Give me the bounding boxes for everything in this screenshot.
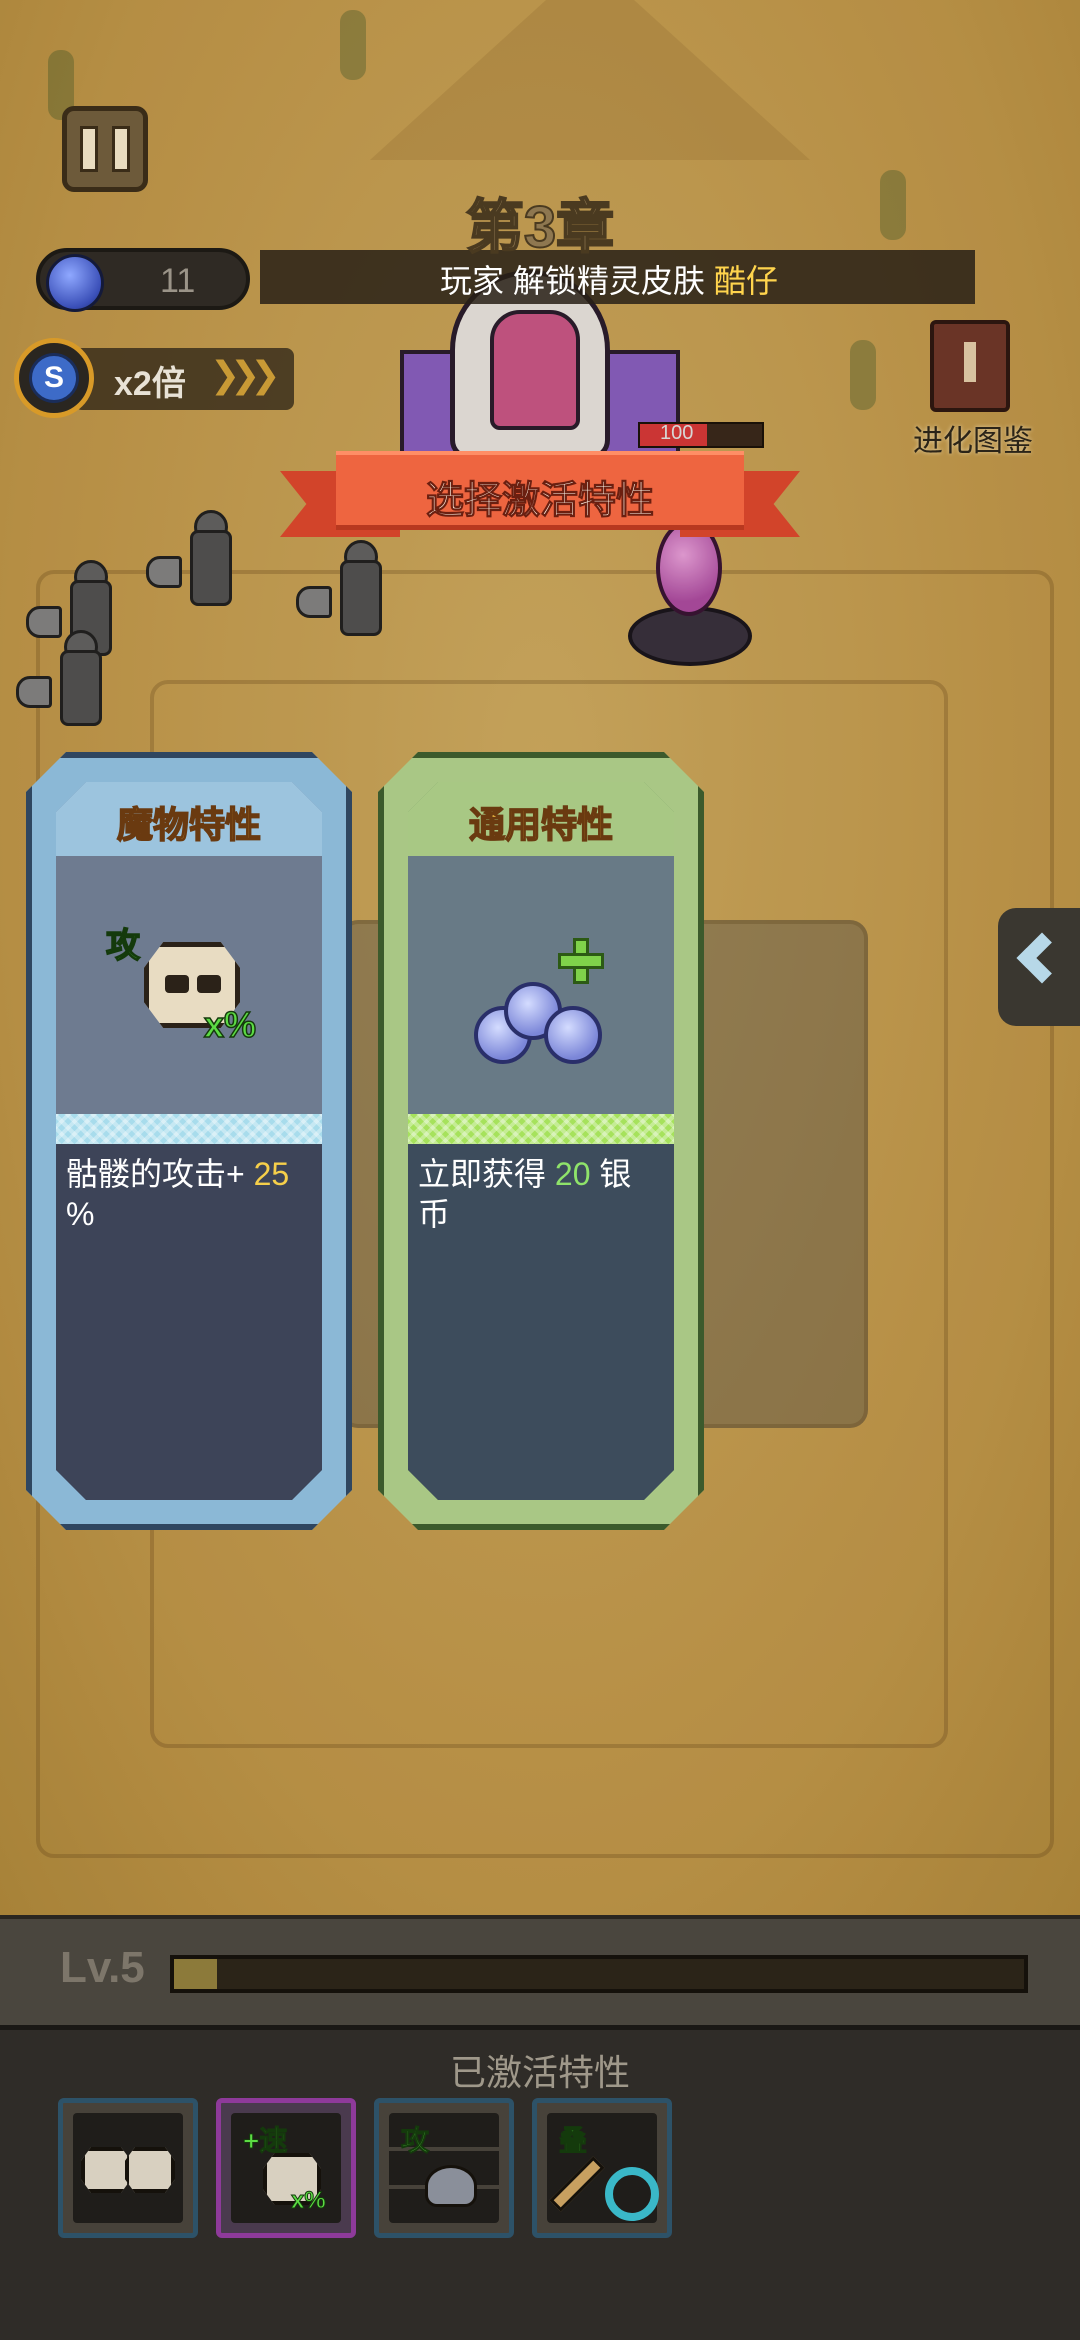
- sword-swirl-stack-icon: 叠: [547, 2113, 659, 2223]
- skull-speed-icon: +速 x%: [231, 2113, 341, 2223]
- card-title-bar: 魔物特性: [56, 782, 322, 856]
- chapter-title: 第3章: [465, 194, 615, 261]
- card-description-area: 立即获得 20 银币: [408, 1144, 674, 1500]
- desc-prefix: 骷髅的攻击+: [66, 1156, 254, 1192]
- announcement-player: 酷仔: [713, 263, 778, 299]
- activated-trait-slot[interactable]: 叠: [532, 2098, 672, 2238]
- card-description: 立即获得 20 银币: [418, 1154, 662, 1234]
- swirl-icon: [605, 2167, 659, 2221]
- activated-traits-title: 已激活特性: [449, 2052, 630, 2093]
- skull-icon: [125, 2147, 175, 2193]
- pause-button[interactable]: [62, 106, 148, 192]
- card-divider: [56, 1114, 322, 1144]
- attack-tag: 攻: [106, 927, 140, 965]
- card-icon-area: 攻 x%: [56, 856, 322, 1114]
- card-title: 通用特性: [468, 804, 613, 845]
- pause-icon: [112, 126, 130, 172]
- evolve-codex-label: 进化图鉴: [913, 425, 1033, 458]
- trait-tag: 叠: [558, 2125, 588, 2157]
- gem-count: 11: [160, 262, 196, 300]
- evolve-codex-button[interactable]: 进化图鉴: [908, 320, 1038, 458]
- silver-coins-plus-icon: [408, 856, 674, 1114]
- activated-traits-panel: 已激活特性 +速 x% 攻 叠: [0, 2025, 1080, 2340]
- card-inner: 魔物特性 攻 x% 骷髅的攻击+ 25%: [56, 782, 322, 1500]
- ribbon-body: 选择激活特性: [336, 451, 744, 530]
- skull-icon: [81, 2147, 131, 2193]
- card-description: 骷髅的攻击+ 25%: [66, 1154, 310, 1234]
- desc-value: 20: [554, 1156, 591, 1192]
- slime-icon: [425, 2165, 477, 2207]
- gem-icon: [46, 254, 104, 312]
- desc-prefix: 立即获得: [418, 1156, 555, 1192]
- gem-counter: 11: [36, 248, 250, 312]
- plus-icon: [558, 938, 604, 984]
- pause-icon: [80, 126, 98, 172]
- card-inner: 通用特性 立即获得 20 银币: [408, 782, 674, 1500]
- activated-trait-slot[interactable]: 攻: [374, 2098, 514, 2238]
- speed-clock-icon: S: [14, 338, 94, 418]
- speed-badge: S: [29, 353, 79, 403]
- card-divider: [408, 1114, 674, 1144]
- chevron-left-icon: [1014, 934, 1054, 994]
- dialog-title-ribbon: 选择激活特性: [280, 447, 800, 547]
- skull-eye: [197, 975, 221, 993]
- activated-trait-slot[interactable]: +速 x%: [216, 2098, 356, 2238]
- speed-label: x2倍: [114, 365, 186, 403]
- card-description-area: 骷髅的攻击+ 25%: [56, 1144, 322, 1500]
- percent-tag: x%: [204, 1004, 257, 1045]
- announcement-message: 解锁精灵皮肤: [512, 263, 705, 299]
- level-bar: Lv.5: [0, 1915, 1080, 2025]
- xp-progress-fill: [174, 1959, 217, 1989]
- level-label: Lv.5: [60, 1943, 145, 1992]
- xp-progress-bar: [170, 1955, 1028, 1993]
- card-title: 魔物特性: [116, 804, 261, 845]
- card-title-bar: 通用特性: [408, 782, 674, 856]
- double-chevron-right-icon: ❯❯❯: [210, 354, 280, 395]
- slime-grid-attack-icon: 攻: [389, 2113, 499, 2223]
- announcement-prefix: 玩家: [440, 263, 505, 299]
- trait-suffix: x%: [291, 2187, 327, 2215]
- trait-card-monster[interactable]: 魔物特性 攻 x% 骷髅的攻击+ 25%: [26, 752, 352, 1530]
- coin-icon: [544, 1006, 602, 1064]
- sword-icon: [549, 2156, 605, 2212]
- double-skull-icon: [73, 2113, 183, 2223]
- side-panel-toggle[interactable]: [998, 908, 1080, 1026]
- trait-card-general[interactable]: 通用特性 立即获得 20 银币: [378, 752, 704, 1530]
- skull-eye: [165, 975, 189, 993]
- activated-trait-slot[interactable]: [58, 2098, 198, 2238]
- speed-toggle[interactable]: S x2倍 ❯❯❯: [14, 338, 294, 426]
- desc-value: 25: [253, 1156, 290, 1192]
- book-icon: [930, 320, 1010, 412]
- desc-suffix: %: [66, 1196, 95, 1232]
- trait-tag: 攻: [400, 2125, 430, 2157]
- dialog-title: 选择激活特性: [425, 480, 654, 523]
